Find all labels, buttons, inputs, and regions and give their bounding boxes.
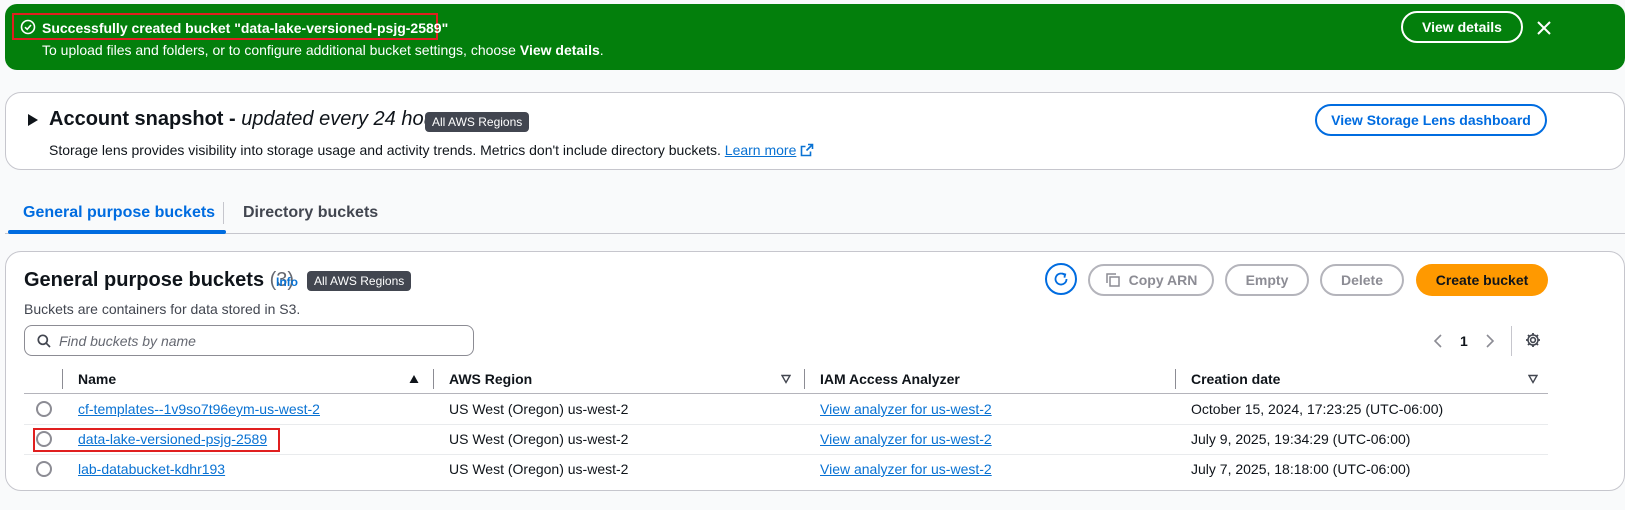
- sort-ascending-icon[interactable]: [409, 374, 419, 384]
- info-link[interactable]: Info: [276, 275, 298, 289]
- highlight-box-new-bucket: [33, 428, 280, 452]
- column-header-aws-region[interactable]: AWS Region: [449, 371, 532, 387]
- view-details-button[interactable]: View details: [1401, 11, 1523, 43]
- creation-date: July 7, 2025, 18:18:00 (UTC-06:00): [1191, 461, 1411, 477]
- refresh-icon: [1054, 272, 1068, 286]
- sort-icon[interactable]: [1528, 374, 1538, 384]
- general-purpose-buckets-panel: General purpose buckets (3) Info All AWS…: [5, 251, 1625, 491]
- bucket-region: US West (Oregon) us-west-2: [449, 431, 629, 447]
- column-divider: [1175, 369, 1176, 389]
- search-icon: [37, 334, 51, 348]
- table-row[interactable]: lab-databucket-kdhr193 US West (Oregon) …: [6, 454, 1625, 484]
- column-header-name[interactable]: Name: [78, 371, 116, 387]
- pager-divider: [1511, 326, 1512, 356]
- bucket-name-link[interactable]: cf-templates--1v9so7t96eym-us-west-2: [78, 401, 320, 417]
- all-regions-badge: All AWS Regions: [307, 271, 412, 291]
- active-tab-indicator: [8, 230, 226, 234]
- delete-button[interactable]: Delete: [1320, 264, 1404, 296]
- previous-page-icon[interactable]: [1428, 331, 1448, 351]
- gear-icon[interactable]: [1525, 332, 1541, 348]
- success-flash-banner: Successfully created bucket "data-lake-v…: [5, 4, 1625, 70]
- close-icon[interactable]: [1536, 20, 1552, 36]
- account-snapshot-title[interactable]: Account snapshot - updated every 24 hour…: [49, 108, 451, 131]
- search-input[interactable]: [59, 330, 459, 352]
- creation-date: October 15, 2024, 17:23:25 (UTC-06:00): [1191, 401, 1444, 417]
- copy-arn-button[interactable]: Copy ARN: [1088, 264, 1214, 296]
- refresh-button[interactable]: [1045, 263, 1077, 295]
- expand-caret-icon[interactable]: [28, 114, 38, 126]
- current-page[interactable]: 1: [1460, 333, 1468, 349]
- row-select-radio[interactable]: [36, 461, 52, 477]
- view-analyzer-link[interactable]: View analyzer for us-west-2: [820, 431, 992, 447]
- bucket-type-tabs: General purpose buckets Directory bucket…: [5, 190, 1625, 234]
- column-divider: [62, 369, 63, 389]
- all-regions-badge: All AWS Regions: [425, 112, 530, 132]
- table-row[interactable]: cf-templates--1v9so7t96eym-us-west-2 US …: [6, 394, 1625, 424]
- learn-more-link[interactable]: Learn more: [725, 142, 797, 158]
- copy-icon: [1105, 273, 1120, 287]
- bucket-region: US West (Oregon) us-west-2: [449, 461, 629, 477]
- tab-divider: [223, 202, 224, 224]
- flash-title: Successfully created bucket "data-lake-v…: [42, 20, 449, 36]
- account-snapshot-panel: Account snapshot - updated every 24 hour…: [5, 92, 1625, 170]
- snapshot-description: Storage lens provides visibility into st…: [49, 142, 814, 158]
- success-check-icon: [20, 19, 36, 35]
- column-header-creation-date[interactable]: Creation date: [1191, 371, 1280, 387]
- buckets-description: Buckets are containers for data stored i…: [24, 301, 301, 317]
- find-buckets-search[interactable]: [24, 325, 474, 356]
- pagination: 1: [1428, 330, 1500, 352]
- tab-general-purpose-buckets[interactable]: General purpose buckets: [23, 204, 215, 222]
- empty-button[interactable]: Empty: [1225, 264, 1309, 296]
- view-analyzer-link[interactable]: View analyzer for us-west-2: [820, 461, 992, 477]
- external-link-icon: [801, 143, 814, 157]
- column-divider: [433, 369, 434, 389]
- row-select-radio[interactable]: [36, 401, 52, 417]
- next-page-icon[interactable]: [1480, 331, 1500, 351]
- sort-icon[interactable]: [781, 374, 791, 384]
- view-storage-lens-dashboard-button[interactable]: View Storage Lens dashboard: [1315, 104, 1547, 136]
- view-analyzer-link[interactable]: View analyzer for us-west-2: [820, 401, 992, 417]
- tab-directory-buckets[interactable]: Directory buckets: [243, 204, 378, 222]
- bucket-name-link[interactable]: lab-databucket-kdhr193: [78, 461, 225, 477]
- buckets-heading: General purpose buckets (3): [24, 269, 295, 291]
- bucket-region: US West (Oregon) us-west-2: [449, 401, 629, 417]
- create-bucket-button[interactable]: Create bucket: [1416, 264, 1548, 296]
- column-header-iam-access-analyzer: IAM Access Analyzer: [820, 371, 960, 387]
- creation-date: July 9, 2025, 19:34:29 (UTC-06:00): [1191, 431, 1411, 447]
- column-divider: [804, 369, 805, 389]
- flash-subtitle: To upload files and folders, or to confi…: [42, 42, 604, 58]
